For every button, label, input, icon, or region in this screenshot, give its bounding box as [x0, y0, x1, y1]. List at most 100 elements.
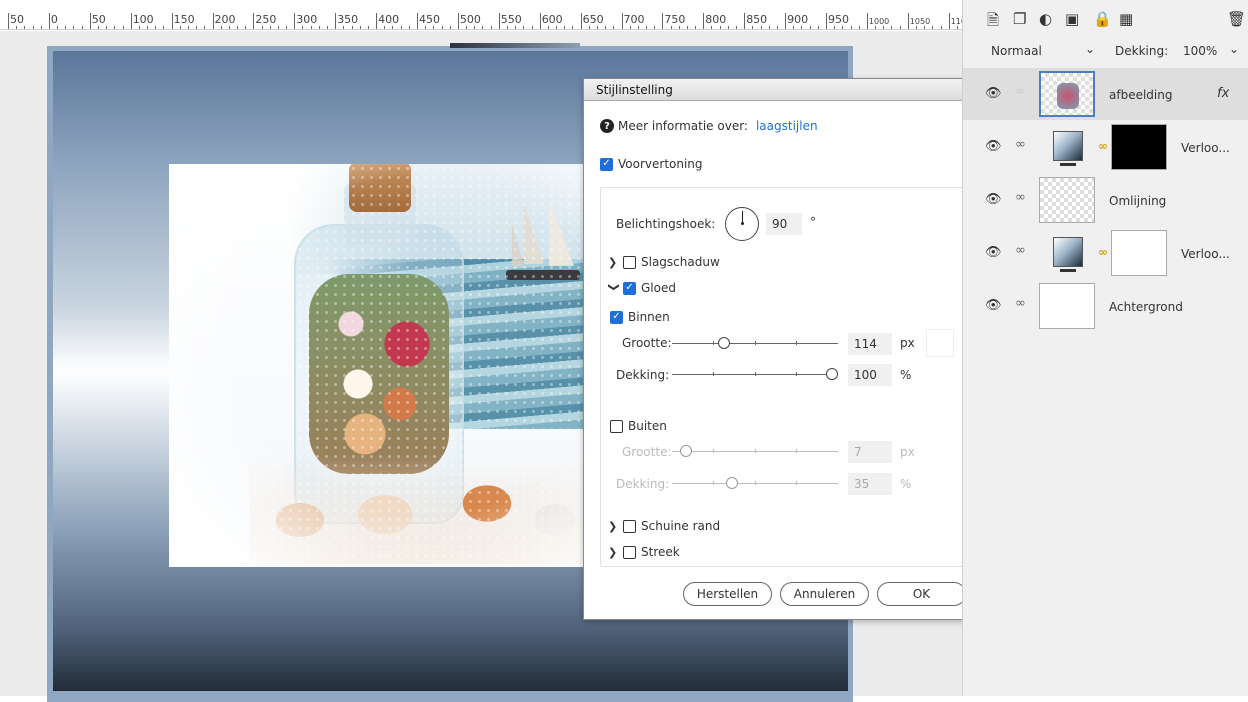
- ruler-minor-tick: [490, 26, 492, 29]
- ruler-major-tick: [335, 13, 337, 29]
- inner-size-label: Grootte:: [622, 336, 672, 350]
- glow-label: Gloed: [641, 281, 676, 295]
- lock-transparency-icon[interactable]: ▦: [1119, 10, 1133, 28]
- slider-knob[interactable]: [826, 368, 838, 380]
- layer-thumbnail: [1039, 177, 1095, 223]
- stroke-checkbox[interactable]: [623, 545, 636, 559]
- angle-dial[interactable]: [725, 207, 759, 241]
- new-document-icon[interactable]: 🗎: [987, 10, 999, 35]
- new-layer-icon[interactable]: ❐: [1013, 10, 1026, 28]
- ruler-label: 750: [664, 13, 686, 26]
- drop-shadow-row[interactable]: ❯ Slagschaduw: [608, 255, 720, 269]
- glow-row[interactable]: ❯ Gloed: [608, 281, 676, 295]
- layer-row[interactable]: 👁 ∞ Achtergrond: [963, 280, 1248, 332]
- lock-icon[interactable]: 🔒: [1093, 10, 1112, 28]
- stroke-row[interactable]: ❯ Streek: [608, 545, 680, 559]
- blend-mode-select[interactable]: Normaal: [991, 44, 1042, 58]
- glow-color-swatch[interactable]: [926, 329, 954, 357]
- drop-shadow-checkbox[interactable]: [623, 255, 636, 269]
- link-icon[interactable]: ∞: [1015, 137, 1026, 152]
- ok-button[interactable]: OK: [877, 582, 966, 606]
- eye-icon[interactable]: 👁: [985, 139, 1002, 154]
- eye-icon[interactable]: 👁: [985, 192, 1002, 207]
- link-icon[interactable]: ∞: [1015, 243, 1026, 258]
- ruler-label: 350: [337, 13, 359, 26]
- ruler-minor-tick: [613, 26, 615, 29]
- inner-opacity-slider[interactable]: [672, 368, 838, 380]
- angle-unit: °: [810, 215, 816, 229]
- ruler-minor-tick: [596, 26, 598, 29]
- inner-size-input[interactable]: 114: [848, 333, 892, 355]
- layer-row[interactable]: 👁 ∞ ∞ Verloo...: [963, 121, 1248, 173]
- ruler-minor-tick: [277, 26, 279, 29]
- outer-size-unit: px: [900, 445, 915, 459]
- mask-link-icon[interactable]: ∞: [1098, 245, 1108, 259]
- ruler-major-tick: [866, 13, 868, 29]
- chevron-down-icon[interactable]: ❯: [608, 282, 621, 294]
- ruler-minor-tick: [310, 26, 312, 29]
- ruler-minor-tick: [695, 26, 697, 29]
- ruler-minor-tick: [482, 26, 484, 29]
- link-icon[interactable]: ∞: [1015, 296, 1026, 311]
- adjustment-layer-icon[interactable]: ◐: [1039, 10, 1052, 28]
- chevron-down-icon[interactable]: ⌄: [1085, 42, 1095, 56]
- ruler-minor-tick: [122, 26, 124, 29]
- glow-checkbox[interactable]: [623, 281, 636, 295]
- outer-row[interactable]: Buiten: [610, 419, 667, 433]
- eye-icon[interactable]: 👁: [985, 86, 1002, 101]
- layer-name[interactable]: Achtergrond: [1109, 300, 1183, 314]
- mask-link-icon[interactable]: ∞: [1098, 139, 1108, 153]
- preview-checkbox[interactable]: [600, 157, 613, 171]
- blend-row: Normaal ⌄ Dekking: 100% ⌄: [963, 38, 1248, 66]
- layer-name[interactable]: Verloo...: [1181, 247, 1230, 261]
- layer-name[interactable]: Verloo...: [1181, 141, 1230, 155]
- ruler-minor-tick: [752, 26, 754, 29]
- dialog-titlebar[interactable]: Stijlinstelling ✕: [584, 79, 980, 101]
- ruler-minor-tick: [523, 26, 525, 29]
- inner-checkbox[interactable]: [610, 310, 623, 324]
- ruler-minor-tick: [392, 26, 394, 29]
- inner-size-slider[interactable]: [672, 337, 838, 349]
- ruler-label: 0: [50, 13, 58, 26]
- angle-input[interactable]: 90: [766, 213, 802, 235]
- eye-icon[interactable]: 👁: [985, 298, 1002, 313]
- ruler-minor-tick: [850, 26, 852, 29]
- layer-row[interactable]: 👁 ∞ Omlijning: [963, 174, 1248, 226]
- bevel-checkbox[interactable]: [623, 519, 636, 533]
- inner-opacity-input[interactable]: 100: [848, 364, 892, 386]
- eye-icon[interactable]: 👁: [985, 245, 1002, 260]
- layer-styles-link[interactable]: laagstijlen: [756, 119, 818, 133]
- link-icon[interactable]: ∞: [1015, 84, 1026, 99]
- ruler-label: 600: [541, 13, 563, 26]
- trash-icon[interactable]: 🗑: [1227, 10, 1246, 28]
- ruler-label: 50: [91, 13, 106, 26]
- ruler-minor-tick: [327, 26, 329, 29]
- layer-name[interactable]: Omlijning: [1109, 194, 1166, 208]
- slider-knob: [725, 477, 738, 489]
- layer-row[interactable]: 👁 ∞ ∞ Verloo...: [963, 227, 1248, 279]
- link-icon[interactable]: ∞: [1015, 190, 1026, 205]
- chevron-right-icon[interactable]: ❯: [608, 256, 620, 269]
- mask-icon[interactable]: ▣: [1065, 10, 1079, 28]
- layer-name[interactable]: afbeelding: [1109, 88, 1172, 102]
- layer-row[interactable]: 👁 ∞ afbeelding fx: [963, 68, 1248, 120]
- cancel-button[interactable]: Annuleren: [780, 582, 869, 606]
- inner-row[interactable]: Binnen: [610, 310, 670, 324]
- chevron-down-icon[interactable]: ⌄: [1229, 42, 1239, 56]
- chevron-right-icon[interactable]: ❯: [608, 520, 620, 533]
- ruler-minor-tick: [637, 26, 639, 29]
- chevron-right-icon[interactable]: ❯: [608, 546, 620, 559]
- ruler-minor-tick: [932, 26, 934, 29]
- reset-button[interactable]: Herstellen: [683, 582, 772, 606]
- ruler-minor-tick: [711, 26, 713, 29]
- ruler-minor-tick: [719, 26, 721, 29]
- bevel-row[interactable]: ❯ Schuine rand: [608, 519, 720, 533]
- outer-opacity-input: 35: [848, 473, 892, 495]
- ruler-minor-tick: [343, 26, 345, 29]
- fx-icon[interactable]: fx: [1217, 86, 1229, 101]
- preview-row[interactable]: Voorvertoning: [600, 157, 703, 171]
- ruler-minor-tick: [359, 26, 361, 29]
- outer-checkbox[interactable]: [610, 419, 623, 433]
- ruler-major-tick: [48, 13, 50, 29]
- opacity-value[interactable]: 100%: [1183, 44, 1217, 58]
